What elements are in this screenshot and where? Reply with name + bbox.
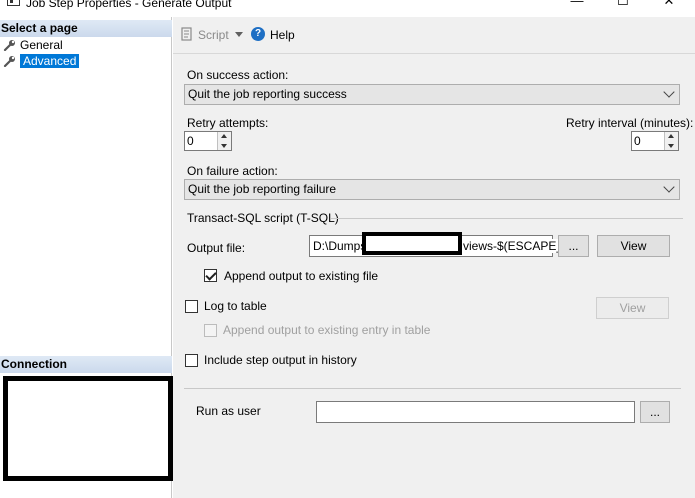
run-as-browse-button[interactable]: ... bbox=[640, 401, 670, 423]
chevron-down-icon bbox=[663, 86, 675, 98]
log-to-table-checkbox[interactable] bbox=[185, 300, 198, 313]
wrench-icon bbox=[3, 56, 15, 67]
help-icon[interactable]: ? bbox=[251, 27, 265, 41]
section-divider bbox=[331, 218, 683, 219]
output-file-suffix: views-$(ESCAPE_ bbox=[463, 239, 564, 253]
page-item-general[interactable]: General bbox=[3, 38, 63, 53]
section-divider bbox=[184, 388, 681, 389]
toolbar-divider bbox=[173, 53, 695, 54]
on-failure-label: On failure action: bbox=[187, 164, 278, 178]
spin-down-icon[interactable] bbox=[664, 141, 678, 150]
app-icon bbox=[7, 0, 20, 6]
include-history-checkbox[interactable] bbox=[185, 354, 198, 367]
chevron-down-icon[interactable] bbox=[235, 32, 243, 37]
retry-interval-label: Retry interval (minutes): bbox=[566, 116, 694, 130]
output-file-label: Output file: bbox=[187, 241, 246, 255]
browse-button[interactable]: ... bbox=[558, 235, 589, 257]
retry-attempts-label: Retry attempts: bbox=[187, 116, 269, 130]
help-button[interactable]: Help bbox=[270, 28, 295, 42]
minimize-icon[interactable]: — bbox=[554, 0, 600, 10]
left-pane: Select a page General Advanced Connectio… bbox=[0, 17, 173, 498]
toolbar: Script ? Help bbox=[173, 17, 695, 53]
append-output-checkbox[interactable] bbox=[204, 269, 217, 282]
run-as-user-input[interactable] bbox=[316, 401, 635, 423]
redacted-block bbox=[362, 232, 462, 255]
window-title: Job Step Properties - Generate Output bbox=[26, 0, 232, 10]
on-success-value: Quit the job reporting success bbox=[188, 87, 347, 101]
on-failure-select[interactable]: Quit the job reporting failure bbox=[184, 179, 680, 200]
page-item-label: Advanced bbox=[20, 54, 80, 68]
properties-panel: Script ? Help On success action: Quit th… bbox=[173, 17, 695, 498]
title-bar: Job Step Properties - Generate Output — … bbox=[0, 0, 695, 17]
chevron-down-icon bbox=[663, 181, 675, 193]
page-item-label: General bbox=[20, 38, 63, 52]
script-icon bbox=[181, 27, 192, 41]
retry-interval-value: 0 bbox=[634, 134, 641, 148]
on-success-label: On success action: bbox=[187, 68, 289, 82]
script-button[interactable]: Script bbox=[198, 28, 229, 42]
spin-down-icon[interactable] bbox=[217, 141, 231, 150]
select-page-header: Select a page bbox=[0, 20, 172, 37]
log-to-table-label: Log to table bbox=[204, 299, 267, 313]
retry-attempts-spinner[interactable]: 0 bbox=[184, 131, 232, 151]
on-failure-value: Quit the job reporting failure bbox=[188, 182, 337, 196]
log-view-button[interactable]: View bbox=[596, 297, 669, 319]
maximize-icon[interactable]: ☐ bbox=[600, 0, 646, 10]
tsql-section-label: Transact-SQL script (T-SQL) bbox=[187, 211, 339, 225]
run-as-user-label: Run as user bbox=[196, 404, 261, 418]
on-success-select[interactable]: Quit the job reporting success bbox=[184, 84, 680, 105]
wrench-icon bbox=[3, 40, 15, 51]
connection-header: Connection bbox=[0, 356, 172, 373]
retry-interval-spinner[interactable]: 0 bbox=[631, 131, 679, 151]
include-history-label: Include step output in history bbox=[204, 353, 357, 367]
append-output-label: Append output to existing file bbox=[224, 269, 379, 283]
view-button[interactable]: View bbox=[597, 235, 670, 257]
output-file-prefix: D:\Dumps bbox=[313, 239, 367, 253]
retry-attempts-value: 0 bbox=[187, 134, 194, 148]
append-entry-label: Append output to existing entry in table bbox=[223, 323, 431, 337]
close-icon[interactable]: ✕ bbox=[646, 0, 692, 10]
connection-info-box bbox=[3, 376, 173, 481]
page-item-advanced[interactable]: Advanced bbox=[3, 54, 80, 69]
append-entry-checkbox[interactable] bbox=[204, 324, 217, 337]
